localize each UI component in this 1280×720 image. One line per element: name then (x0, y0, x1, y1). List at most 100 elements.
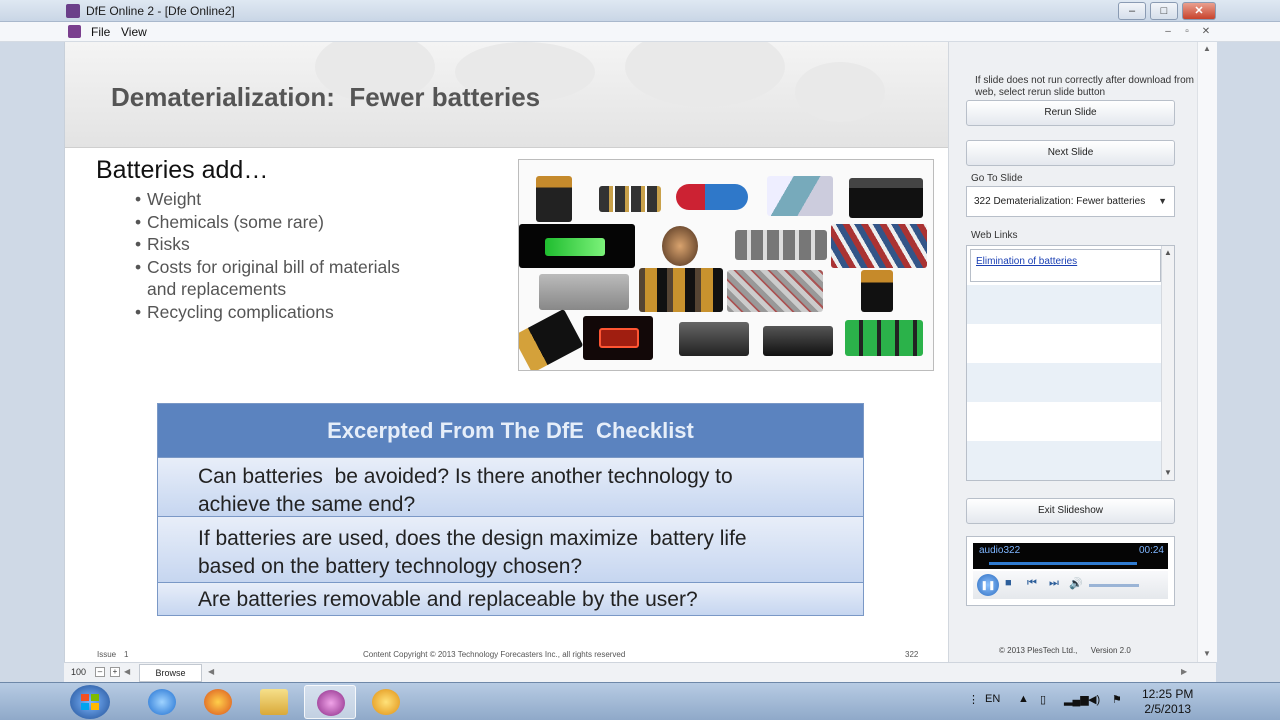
mdi-restore-button[interactable]: ▫ (1179, 25, 1195, 39)
player-display: audio322 00:24 (973, 543, 1168, 569)
bullet-continuation: and replacements (147, 279, 287, 299)
volume-icon[interactable]: ◀) (1088, 693, 1100, 706)
battery-diagram-picture (767, 176, 833, 216)
slide-header: Dematerialization: Fewer batteries (65, 42, 948, 148)
zoom-out-button[interactable]: – (95, 667, 105, 677)
checklist-row-text: Can batteries be avoided? Is there anoth… (198, 465, 733, 488)
version-label: Version 2.0 (1090, 646, 1131, 655)
battery-cell-picture (676, 184, 748, 210)
seek-bar[interactable] (989, 562, 1137, 565)
scroll-up-icon[interactable]: ▲ (1164, 248, 1172, 257)
zoom-level: 100 (71, 667, 87, 677)
battery-holder-picture (639, 268, 723, 312)
checklist-row-text: achieve the same end? (198, 493, 416, 516)
next-slide-button[interactable]: Next Slide (966, 140, 1175, 166)
battery-charge-picture (861, 270, 893, 312)
scroll-left-icon[interactable]: ◀ (208, 667, 214, 676)
battery-unit-picture (763, 326, 833, 356)
frame-scrollbar[interactable]: ▲ ▼ (1197, 42, 1217, 662)
car-battery-picture (849, 178, 923, 218)
world-map-shape (625, 42, 785, 107)
scroll-left-icon[interactable]: ◀ (124, 667, 130, 676)
language-indicator[interactable]: EN (985, 693, 1000, 705)
mdi-close-button[interactable]: ✕ (1198, 25, 1214, 39)
web-links-list: Elimination of batteries ▲ ▼ (966, 245, 1175, 481)
battery-single-picture (519, 308, 584, 370)
network-icon[interactable]: ▂▄▆ (1064, 693, 1089, 706)
mdi-minimize-button[interactable]: – (1160, 25, 1176, 39)
issue-label: Issue (97, 650, 117, 659)
media-player-task[interactable] (304, 685, 356, 719)
exit-slideshow-button[interactable]: Exit Slideshow (966, 498, 1175, 524)
battery-scrap-picture (727, 270, 823, 312)
menu-view[interactable]: View (121, 25, 147, 39)
system-clock[interactable]: 12:25 PM 2/5/2013 (1142, 687, 1193, 717)
windows-logo-icon (81, 694, 99, 710)
previous-icon[interactable]: ⏮ (1027, 577, 1037, 590)
scroll-down-icon[interactable]: ▼ (1164, 468, 1172, 477)
panel-copyright: © 2013 PlesTech Ltd., Version 2.0 (999, 646, 1131, 655)
slide-control-panel: If slide does not run correctly after do… (948, 42, 1217, 662)
device-icon[interactable]: ▯ (1040, 693, 1046, 706)
internet-explorer-icon (148, 689, 176, 715)
app-icon (66, 4, 80, 18)
tab-browse[interactable]: Browse (139, 664, 202, 682)
pause-button[interactable]: ❚❚ (977, 574, 999, 596)
action-center-icon[interactable]: ⚑ (1112, 693, 1122, 706)
issue-number: 1 (124, 650, 129, 659)
status-bar: 100 – + ◀ Browse ◀ ▶ (64, 662, 1216, 682)
file-explorer-task[interactable] (248, 685, 300, 719)
list-stripe (967, 285, 1161, 324)
volume-slider[interactable] (1089, 584, 1139, 587)
battery-pack-picture (735, 230, 827, 260)
player-controls: ❚❚ ■ ⏮ ⏭ 🔊 (973, 571, 1168, 599)
close-button[interactable]: ✕ (1182, 2, 1216, 20)
slide-footer: Issue 1 Content Copyright © 2013 Technol… (65, 638, 948, 662)
green-charge-bar (545, 238, 605, 256)
slide: Dematerialization: Fewer batteries Batte… (65, 42, 948, 662)
rerun-slide-button[interactable]: Rerun Slide (966, 100, 1175, 126)
next-icon[interactable]: ⏭ (1049, 577, 1059, 590)
go-to-slide-label: Go To Slide (971, 173, 1023, 184)
bullet-item: • Risks (135, 234, 190, 254)
go-to-slide-value: 322 Dematerialization: Fewer batteries (974, 196, 1146, 207)
firefox-icon (204, 689, 232, 715)
dfe-online-task[interactable] (360, 685, 412, 719)
taskbar: ⋮ EN ▲ ▯ ▂▄▆ ◀) ⚑ 12:25 PM 2/5/2013 (0, 682, 1280, 720)
checklist-row-text: If batteries are used, does the design m… (198, 527, 747, 550)
battery-block-picture (679, 322, 749, 356)
chevron-down-icon: ▼ (1158, 196, 1167, 206)
bullet-item: • Costs for original bill of materials and… (135, 256, 475, 301)
scroll-down-icon[interactable]: ▼ (1203, 649, 1211, 658)
scroll-up-icon[interactable]: ▲ (1203, 44, 1211, 53)
clock-date: 2/5/2013 (1144, 702, 1192, 716)
clock-time: 12:25 PM (1142, 687, 1194, 701)
web-links-label: Web Links (971, 230, 1018, 241)
web-link-item[interactable]: Elimination of batteries (970, 249, 1161, 282)
internet-explorer-task[interactable] (136, 685, 188, 719)
stop-icon[interactable]: ■ (1005, 577, 1012, 589)
media-player-icon (317, 690, 345, 716)
batteries-collage-image (518, 159, 934, 371)
window-title: DfE Online 2 - [Dfe Online2] (86, 4, 235, 18)
maximize-button[interactable]: □ (1150, 2, 1178, 20)
bullet-item: • Recycling complications (135, 301, 334, 322)
scroll-right-icon[interactable]: ▶ (1181, 667, 1187, 676)
bullet-list: • Weight • Chemicals (some rare) • Risks • C… (135, 188, 475, 323)
zoom-in-button[interactable]: + (110, 667, 120, 677)
go-to-slide-select[interactable]: 322 Dematerialization: Fewer batteries ▼ (966, 186, 1175, 217)
rerun-hint: If slide does not run correctly after do… (975, 75, 1194, 98)
menu-file[interactable]: File (91, 25, 110, 39)
bullet-item: • Weight (135, 189, 202, 209)
audio-player: audio322 00:24 ❚❚ ■ ⏮ ⏭ 🔊 (966, 536, 1175, 606)
show-hidden-icons-icon[interactable]: ⋮ (968, 693, 979, 706)
minimize-button[interactable]: – (1118, 2, 1146, 20)
start-button[interactable] (70, 685, 110, 719)
firefox-task[interactable] (192, 685, 244, 719)
volume-icon[interactable]: 🔊 (1069, 577, 1083, 590)
tray-expand-icon[interactable]: ▲ (1018, 693, 1029, 705)
web-links-scrollbar[interactable]: ▲ ▼ (1161, 246, 1174, 480)
checklist-row: If batteries are used, does the design m… (158, 516, 863, 582)
list-stripe (967, 441, 1161, 480)
slide-page-number: 322 (905, 650, 919, 659)
